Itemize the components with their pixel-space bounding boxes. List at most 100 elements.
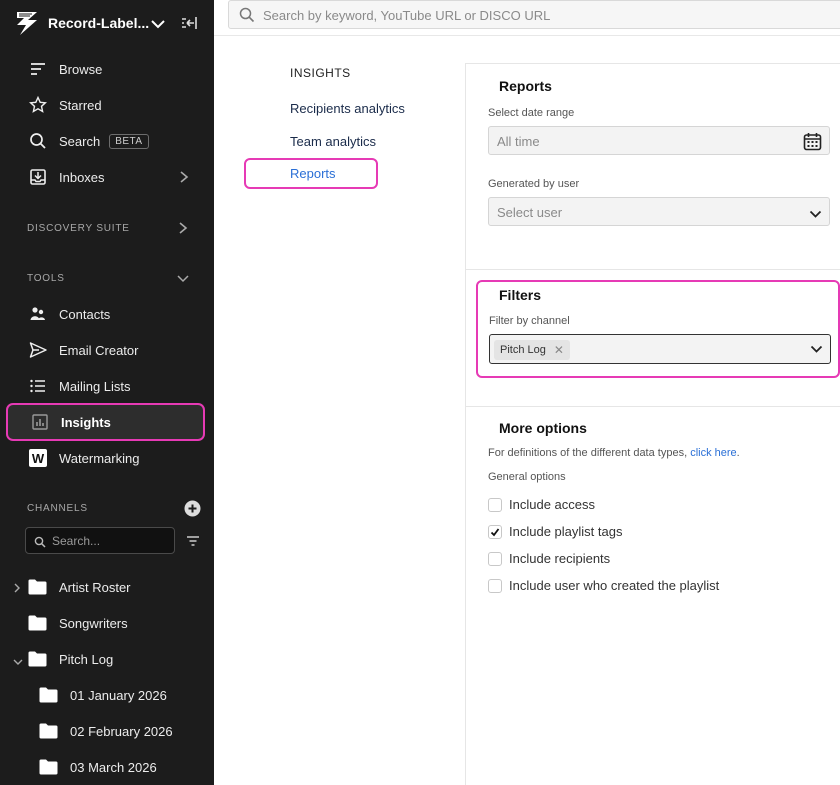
search-placeholder: Search by keyword, YouTube URL or DISCO … [263, 8, 551, 23]
filters-section: Filters Filter by channel Pitch Log ✕ [476, 280, 840, 378]
generated-by-placeholder: Select user [497, 205, 563, 220]
section-divider [466, 406, 840, 407]
sidebar-item-label: Contacts [59, 306, 111, 322]
sidebar-item-label: Insights [61, 414, 111, 430]
option-include-access[interactable]: Include access [488, 497, 595, 512]
channel-label: 01 January 2026 [70, 687, 167, 703]
channel-artist-roster[interactable]: Artist Roster [28, 579, 131, 595]
search-icon [28, 131, 48, 151]
contacts-icon [28, 304, 48, 324]
sidebar-item-label: Browse [59, 61, 103, 77]
remove-chip-icon[interactable]: ✕ [554, 343, 564, 357]
svg-text:W: W [32, 451, 45, 466]
browse-icon [28, 59, 48, 79]
checkbox[interactable] [488, 497, 502, 512]
sidebar-item-label: Email Creator [59, 342, 139, 358]
checkbox-checked[interactable] [488, 524, 502, 539]
insights-link-recipients-analytics[interactable]: Recipients analytics [290, 101, 405, 116]
chevron-right-icon [178, 170, 190, 187]
send-icon [28, 340, 48, 360]
chevron-down-icon [810, 341, 823, 359]
sidebar-item-watermarking[interactable]: W Watermarking [8, 441, 204, 475]
more-options-description: For definitions of the different data ty… [488, 447, 740, 459]
channel-03-march-2026[interactable]: 03 March 2026 [39, 759, 157, 775]
chevron-down-icon[interactable] [12, 654, 24, 672]
generated-by-select[interactable]: Select user [488, 197, 830, 226]
sidebar-item-starred[interactable]: Starred [8, 88, 204, 122]
checkbox[interactable] [488, 578, 502, 593]
watermark-icon: W [28, 448, 48, 468]
section-divider [466, 269, 840, 270]
filter-channels-icon[interactable] [186, 534, 200, 552]
global-search-input[interactable]: Search by keyword, YouTube URL or DISCO … [228, 0, 840, 29]
date-range-value: All time [497, 134, 540, 149]
sidebar-item-browse[interactable]: Browse [8, 52, 204, 86]
channel-label: 02 February 2026 [70, 723, 173, 739]
description-text: For definitions of the different data ty… [488, 447, 688, 459]
channel-search-placeholder: Search... [52, 534, 101, 548]
insights-link-team-analytics[interactable]: Team analytics [290, 134, 376, 149]
chevron-down-icon[interactable] [150, 16, 166, 37]
add-channel-icon[interactable] [184, 500, 201, 522]
search-icon [34, 535, 46, 553]
insights-link-reports[interactable]: Reports [244, 158, 378, 189]
option-label: Include access [509, 497, 595, 512]
disco-logo-icon [14, 10, 40, 41]
sidebar-item-contacts[interactable]: Contacts [8, 297, 204, 331]
sidebar-item-search[interactable]: Search BETA [8, 124, 204, 158]
sidebar-item-inboxes[interactable]: Inboxes [8, 160, 204, 194]
option-label: Include user who created the playlist [509, 578, 720, 593]
folder-icon [39, 759, 58, 775]
chevron-right-icon[interactable] [12, 581, 22, 599]
sidebar-item-label: Watermarking [59, 450, 140, 466]
channel-label: Songwriters [59, 615, 128, 631]
collapse-sidebar-icon[interactable] [180, 14, 198, 37]
sidebar-item-mailing-lists[interactable]: Mailing Lists [8, 369, 204, 403]
option-include-recipients[interactable]: Include recipients [488, 551, 610, 566]
channel-pitch-log[interactable]: Pitch Log [28, 651, 113, 667]
inbox-icon [28, 167, 48, 187]
chevron-down-icon[interactable] [177, 272, 189, 290]
discovery-suite-heading[interactable]: DISCOVERY SUITE [27, 223, 130, 234]
option-label: Include recipients [509, 551, 611, 566]
sidebar: Record-Label... Browse Starred Search BE… [0, 0, 214, 785]
channel-label: Pitch Log [59, 651, 114, 667]
checkbox[interactable] [488, 551, 502, 566]
option-include-creator[interactable]: Include user who created the playlist [488, 578, 719, 593]
date-range-field[interactable]: All time [488, 126, 830, 155]
channel-02-february-2026[interactable]: 02 February 2026 [39, 723, 173, 739]
tools-heading[interactable]: TOOLS [27, 273, 65, 284]
folder-icon [28, 579, 47, 595]
calendar-icon[interactable] [803, 132, 822, 156]
sidebar-item-insights[interactable]: Insights [6, 403, 205, 441]
reports-title: Reports [499, 78, 552, 94]
channel-songwriters[interactable]: Songwriters [28, 615, 128, 631]
workspace-name: Record-Label... [48, 15, 150, 31]
star-icon [28, 95, 48, 115]
sidebar-item-email-creator[interactable]: Email Creator [8, 333, 204, 367]
chart-icon [30, 412, 50, 432]
generated-by-label: Generated by user [488, 178, 580, 190]
channel-search-input[interactable]: Search... [25, 527, 175, 554]
channel-label: Artist Roster [59, 579, 131, 595]
reports-panel: Reports Select date range All time Gener… [465, 63, 840, 785]
sidebar-item-label: Inboxes [59, 169, 105, 185]
insights-nav-title: INSIGHTS [290, 66, 351, 80]
channel-01-january-2026[interactable]: 01 January 2026 [39, 687, 167, 703]
list-icon [28, 376, 48, 396]
chevron-right-icon[interactable] [177, 221, 189, 240]
channels-heading: CHANNELS [27, 503, 88, 514]
insights-link-label: Reports [290, 166, 336, 181]
sidebar-item-label: Search [59, 133, 101, 149]
filter-channel-select[interactable]: Pitch Log ✕ [489, 334, 831, 364]
filter-channel-label: Filter by channel [489, 315, 570, 327]
option-include-playlist-tags[interactable]: Include playlist tags [488, 524, 622, 539]
date-range-label: Select date range [488, 107, 575, 119]
workspace-switcher[interactable]: Record-Label... [12, 6, 212, 40]
folder-icon [28, 651, 47, 667]
chevron-down-icon [809, 206, 822, 224]
definitions-link[interactable]: click here [690, 447, 736, 459]
folder-icon [28, 615, 47, 631]
filters-title: Filters [499, 287, 542, 303]
folder-icon [39, 687, 58, 703]
